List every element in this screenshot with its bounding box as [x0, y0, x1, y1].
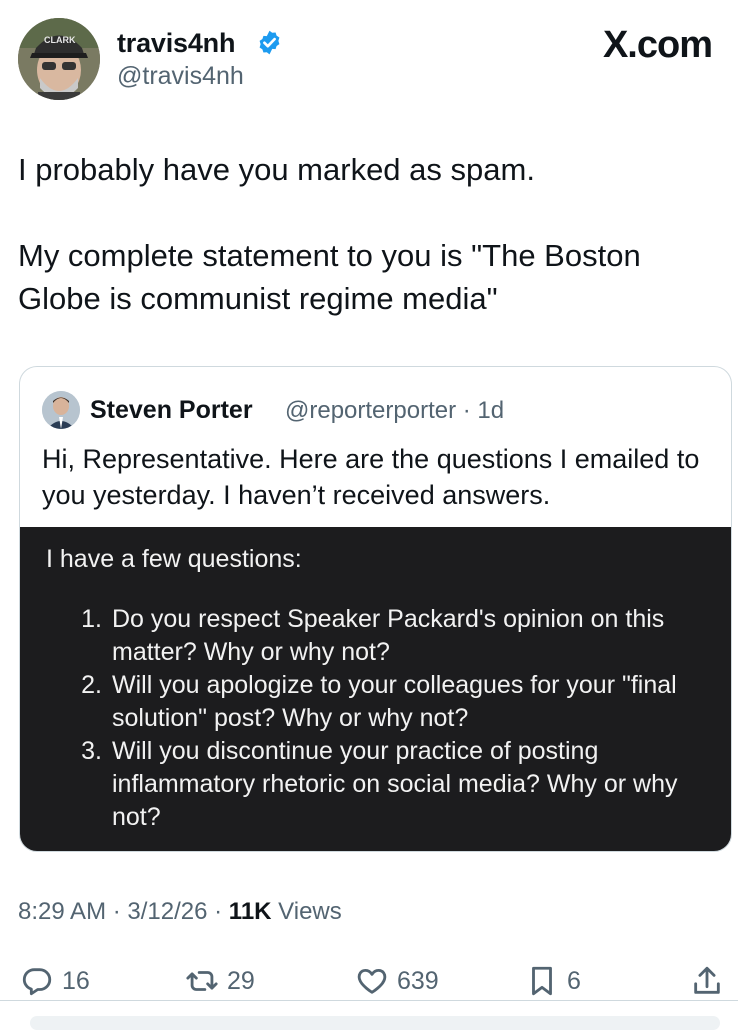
action-bar: 16 29 639 6	[0, 955, 738, 1005]
quoted-timestamp[interactable]: · 1d	[463, 397, 504, 424]
x-com-logo: X.com	[602, 24, 713, 66]
bookmark-button[interactable]: 6	[525, 961, 581, 1001]
list-item-text: Will you apologize to your colleagues fo…	[112, 671, 677, 732]
author-display-name[interactable]: travis4nh	[117, 28, 235, 59]
quoted-author-handle-time[interactable]: @reporterporter · 1d	[285, 397, 504, 425]
list-item: 3. Will you discontinue your practice of…	[72, 735, 712, 834]
tweet-metadata: 8:29 AM · 3/12/26 · 11K Views	[18, 898, 342, 925]
like-count: 639	[397, 966, 439, 995]
list-item: 1. Do you respect Speaker Packard's opin…	[72, 603, 712, 669]
questions-list: 1. Do you respect Speaker Packard's opin…	[72, 603, 712, 834]
share-button[interactable]	[690, 961, 732, 1001]
reply-composer-edge[interactable]	[30, 1016, 720, 1030]
list-item-text: Do you respect Speaker Packard's opinion…	[112, 605, 665, 666]
list-item-number: 2.	[81, 671, 102, 699]
quoted-tweet-card[interactable]: Steven Porter @reporterporter · 1d Hi, R…	[19, 366, 732, 852]
bookmark-icon	[532, 966, 552, 996]
reply-button[interactable]: 16	[20, 961, 90, 1001]
media-heading: I have a few questions:	[46, 545, 302, 573]
tweet-paragraph: My complete statement to you is "The Bos…	[18, 238, 641, 316]
quoted-author-avatar[interactable]	[42, 391, 80, 429]
quoted-author-name[interactable]: Steven Porter	[90, 396, 253, 425]
cap-lettering: CLARK	[44, 35, 76, 45]
tweet-header: CLARK travis4nh @travis4nh X.com	[0, 0, 738, 110]
repost-icon	[186, 971, 218, 991]
tweet-time[interactable]: 8:29 AM	[18, 898, 106, 925]
share-icon	[694, 966, 720, 994]
reply-icon	[22, 968, 52, 996]
tweet-text: I probably have you marked as spam. My c…	[18, 148, 718, 320]
verified-badge-icon	[259, 30, 280, 55]
repost-count: 29	[227, 966, 255, 995]
list-item-number: 3.	[81, 737, 102, 765]
quoted-author-handle[interactable]: @reporterporter	[285, 397, 456, 424]
quoted-tweet-text: Hi, Representative. Here are the questio…	[42, 444, 700, 510]
tweet-date[interactable]: 3/12/26	[127, 898, 207, 925]
list-item-text: Will you discontinue your practice of po…	[112, 737, 678, 831]
quoted-media-image[interactable]: I have a few questions: 1. Do you respec…	[20, 527, 731, 851]
views-count: 11K	[228, 898, 272, 925]
views-label: Views	[278, 898, 342, 925]
author-handle[interactable]: @travis4nh	[117, 62, 244, 91]
divider	[0, 1000, 738, 1001]
reply-count: 16	[62, 966, 90, 995]
list-item: 2. Will you apologize to your colleagues…	[72, 669, 712, 735]
tweet-paragraph: I probably have you marked as spam.	[18, 152, 535, 187]
repost-button[interactable]: 29	[185, 961, 255, 1001]
bookmark-count: 6	[567, 966, 581, 995]
heart-icon	[357, 968, 387, 994]
author-avatar[interactable]: CLARK	[18, 18, 100, 100]
list-item-number: 1.	[81, 605, 102, 633]
like-button[interactable]: 639	[355, 961, 439, 1001]
